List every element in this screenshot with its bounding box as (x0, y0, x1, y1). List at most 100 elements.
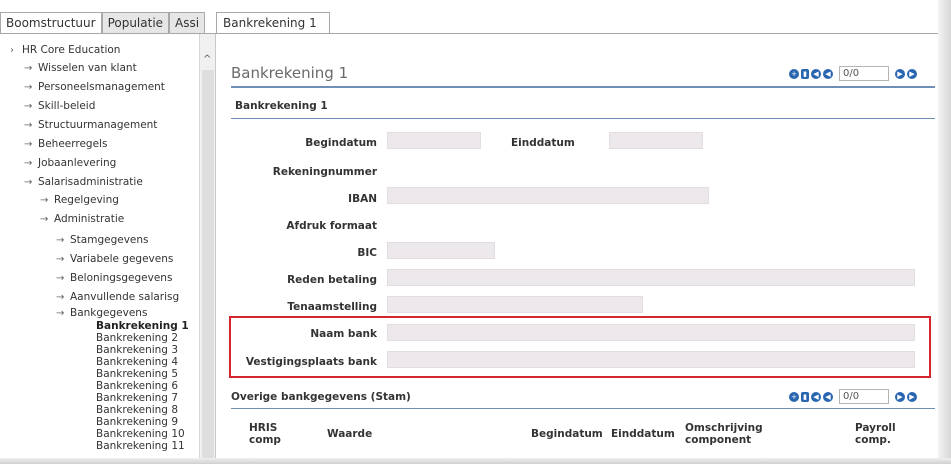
title-divider (231, 86, 935, 88)
scroll-up-icon[interactable]: ^ (203, 54, 211, 65)
add-icon[interactable]: + (789, 68, 799, 79)
tab-assi[interactable]: Assi (169, 12, 206, 34)
arrow-right-icon: → (24, 101, 33, 112)
arrow-right-icon: → (24, 120, 33, 131)
arrow-right-icon: → (40, 195, 49, 206)
tenaamstelling-label: Tenaamstelling (287, 301, 377, 313)
next-record-icon[interactable]: ▶ (895, 391, 905, 402)
iban-label: IBAN (348, 193, 377, 205)
column-header-payroll[interactable]: Payroll comp. (855, 422, 911, 446)
tree-node[interactable]: → Administratie (40, 213, 124, 225)
tree-node[interactable]: → Aanvullende salarisg (56, 291, 179, 303)
tree-node[interactable]: → Wisselen van klant (24, 62, 137, 74)
tree-leaf[interactable]: Bankrekening 3 (96, 344, 178, 357)
begindatum-field[interactable] (387, 132, 481, 149)
tree-node[interactable]: → Salarisadministratie (24, 176, 143, 188)
tab-bankrekening-1[interactable]: Bankrekening 1 (216, 12, 330, 34)
record-navigator-2: + ▮ ◀ ◀ 0/0 ▶ ▶ (789, 389, 917, 404)
column-header-waarde[interactable]: Waarde (327, 428, 372, 440)
arrow-right-icon: → (40, 214, 49, 225)
section-divider (231, 118, 935, 119)
tree-node[interactable]: → Personeelsmanagement (24, 81, 165, 93)
tree-node[interactable]: → Beheerregels (24, 138, 107, 150)
window-shadow-bottom (0, 458, 951, 464)
arrow-right-icon: → (56, 235, 65, 246)
app-frame: Boomstructuur Populatie Assi Bankrekenin… (0, 0, 951, 464)
arrow-right-icon: → (24, 82, 33, 93)
tree-node[interactable]: → Bankgegevens (56, 307, 147, 319)
arrow-right-icon: → (24, 63, 33, 74)
bic-field[interactable] (387, 242, 495, 259)
tree-leaf[interactable]: Bankrekening 6 (96, 380, 178, 393)
scrollbar-thumb[interactable] (202, 70, 214, 464)
tree-panel: › HR Core Education → Wisselen van klant →… (0, 34, 216, 464)
add-icon[interactable]: + (789, 391, 799, 402)
section-title: Overige bankgegevens (Stam) (231, 391, 411, 403)
vestigingsplaats-field[interactable] (387, 351, 915, 368)
last-record-icon[interactable]: ▶ (907, 391, 917, 402)
record-navigator: + ▮ ◀ ◀ 0/0 ▶ ▶ (789, 66, 917, 81)
tenaamstelling-field[interactable] (387, 296, 643, 313)
tab-boomstructuur[interactable]: Boomstructuur (0, 12, 102, 34)
tree-node[interactable]: → Stamgegevens (56, 234, 149, 246)
column-header-einddatum[interactable]: Einddatum (611, 428, 675, 440)
naam-bank-label: Naam bank (310, 328, 377, 340)
tree-leaf[interactable]: Bankrekening 4 (96, 356, 178, 369)
tab-populatie[interactable]: Populatie (101, 12, 170, 34)
arrow-right-icon: → (24, 158, 33, 169)
arrow-right-icon: → (56, 292, 65, 303)
einddatum-field[interactable] (609, 132, 703, 149)
arrow-right-icon: → (56, 273, 65, 284)
reden-betaling-field[interactable] (387, 269, 915, 286)
left-tabbar: Boomstructuur Populatie Assi (0, 12, 216, 34)
begindatum-label: Begindatum (305, 137, 377, 149)
arrow-right-icon: → (56, 308, 65, 319)
main-panel: Bankrekening 1 + ▮ ◀ ◀ 0/0 ▶ ▶ Bankreken… (217, 34, 951, 464)
first-record-icon[interactable]: ◀ (811, 68, 821, 79)
iban-field[interactable] (387, 187, 709, 204)
tree-node[interactable]: → Beloningsgegevens (56, 272, 172, 284)
tree-node[interactable]: → Variabele gegevens (56, 253, 173, 265)
rekeningnummer-label: Rekeningnummer (272, 166, 377, 178)
arrow-right-icon: → (24, 139, 33, 150)
column-header-begindatum[interactable]: Begindatum (531, 428, 603, 440)
prev-record-icon[interactable]: ◀ (823, 391, 833, 402)
column-header-hris[interactable]: HRIS comp (249, 422, 289, 446)
tree-node[interactable]: → Skill-beleid (24, 100, 95, 112)
tree-node-root[interactable]: › HR Core Education (10, 44, 120, 56)
page-title: Bankrekening 1 (231, 64, 349, 82)
naam-bank-field[interactable] (387, 324, 915, 341)
prev-record-icon[interactable]: ◀ (823, 68, 833, 79)
section-divider (231, 408, 935, 409)
tree-leaf[interactable]: Bankrekening 9 (96, 416, 178, 429)
vestigingsplaats-label: Vestigingsplaats bank (245, 356, 377, 368)
tree-leaf[interactable]: Bankrekening 11 (96, 440, 185, 453)
einddatum-label: Einddatum (511, 137, 575, 149)
tree-leaf[interactable]: Bankrekening 10 (96, 428, 185, 441)
tree-node[interactable]: → Structuurmanagement (24, 119, 157, 131)
delete-icon[interactable]: ▮ (801, 391, 809, 402)
tree-node[interactable]: → Jobaanlevering (24, 157, 116, 169)
tree-node[interactable]: → Regelgeving (40, 194, 119, 206)
bic-label: BIC (357, 247, 377, 259)
chevron-right-icon: › (10, 45, 14, 56)
arrow-right-icon: → (24, 177, 33, 188)
tree-scrollbar[interactable]: ^ (199, 34, 215, 464)
section-title: Bankrekening 1 (235, 100, 328, 112)
first-record-icon[interactable]: ◀ (811, 391, 821, 402)
tree-leaf-selected[interactable]: Bankrekening 1 (96, 320, 189, 333)
record-counter[interactable]: 0/0 (839, 389, 889, 404)
last-record-icon[interactable]: ▶ (907, 68, 917, 79)
tree-leaf[interactable]: Bankrekening 2 (96, 332, 178, 345)
record-counter[interactable]: 0/0 (839, 66, 889, 81)
next-record-icon[interactable]: ▶ (895, 68, 905, 79)
tree-leaf[interactable]: Bankrekening 5 (96, 368, 178, 381)
arrow-right-icon: → (56, 254, 65, 265)
afdruk-formaat-label: Afdruk formaat (286, 220, 377, 232)
column-header-omschrijving[interactable]: Omschrijving component (685, 422, 785, 446)
reden-betaling-label: Reden betaling (287, 274, 377, 286)
tree-leaf[interactable]: Bankrekening 7 (96, 392, 178, 405)
tree-leaf[interactable]: Bankrekening 8 (96, 404, 178, 417)
window-shadow-right (938, 0, 951, 464)
delete-icon[interactable]: ▮ (801, 68, 809, 79)
